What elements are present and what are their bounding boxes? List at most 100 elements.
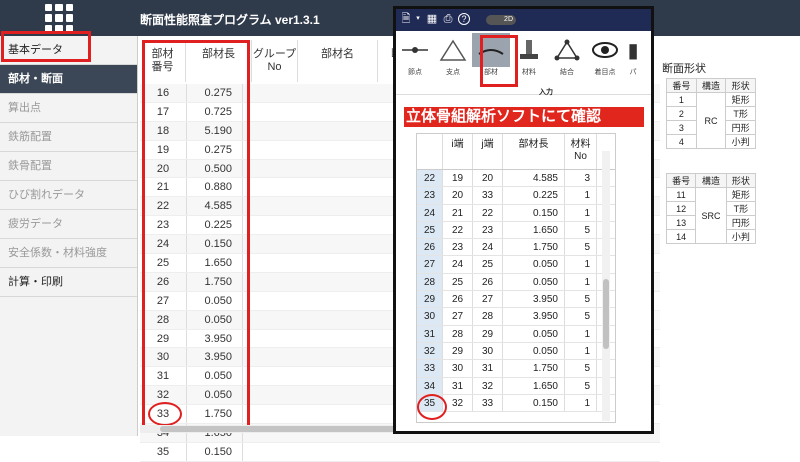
app-grid-icon[interactable] <box>45 4 73 32</box>
cell-length[interactable]: 0.050 <box>503 256 565 273</box>
cell-member-no[interactable]: 35 <box>140 443 186 461</box>
sidebar-item-member-section[interactable]: 部材・断面 <box>0 65 137 94</box>
overlay-table-row[interactable]: 32 29 30 0.050 1 <box>417 342 615 361</box>
cell-i-end[interactable]: 31 <box>443 377 473 394</box>
cell-length[interactable]: 0.150 <box>503 394 565 412</box>
overlay-table-row[interactable]: 22 19 20 4.585 3 <box>417 170 615 188</box>
tool-more[interactable]: ▮ パ <box>624 33 642 94</box>
cell-j-end[interactable]: 22 <box>473 204 503 221</box>
sidebar-item-calc-print[interactable]: 計算・印刷 <box>0 268 137 297</box>
overlay-table-row[interactable]: 30 27 28 3.950 5 <box>417 308 615 326</box>
cell-j-end[interactable]: 33 <box>473 187 503 204</box>
cell-length[interactable]: 0.050 <box>503 342 565 360</box>
cell-length[interactable]: 0.050 <box>503 325 565 342</box>
sidebar-item-safety-factors[interactable]: 安全係数・材料強度 <box>0 239 137 268</box>
sidebar-item-fatigue-data[interactable]: 疲労データ <box>0 210 137 239</box>
dropdown-icon[interactable]: ▾ <box>412 13 424 25</box>
tool-joint[interactable]: 結合 <box>548 33 586 94</box>
cell-material-no[interactable]: 5 <box>565 308 597 325</box>
cell-length[interactable]: 1.650 <box>503 377 565 394</box>
cell-length[interactable]: 4.585 <box>503 170 565 187</box>
cell-i-end[interactable]: 28 <box>443 325 473 342</box>
overlay-table-row[interactable]: 28 25 26 0.050 1 <box>417 273 615 292</box>
cell-i-end[interactable]: 20 <box>443 187 473 204</box>
cell-i-end[interactable]: 21 <box>443 204 473 221</box>
cell-j-end[interactable]: 30 <box>473 342 503 360</box>
cell-material-no[interactable]: 1 <box>565 273 597 291</box>
cell-j-end[interactable]: 23 <box>473 221 503 239</box>
cell-i-end[interactable]: 24 <box>443 256 473 273</box>
cell-i-end[interactable]: 19 <box>443 170 473 187</box>
cell-j-end[interactable]: 33 <box>473 394 503 412</box>
cell-member-length[interactable]: 0.150 <box>186 442 242 461</box>
tool-focus-point[interactable]: 着目点 <box>586 33 624 94</box>
help-icon[interactable]: ? <box>458 13 470 25</box>
cell-i-end[interactable]: 22 <box>443 221 473 239</box>
overlay-table-row[interactable]: 25 22 23 1.650 5 <box>417 221 615 240</box>
scrollbar-thumb[interactable] <box>603 279 609 349</box>
sidebar-item-steel[interactable]: 鉄骨配置 <box>0 152 137 181</box>
cell-j-end[interactable]: 32 <box>473 377 503 394</box>
sidebar-item-rebar[interactable]: 鉄筋配置 <box>0 123 137 152</box>
cell-material-no[interactable]: 5 <box>565 377 597 394</box>
cell-i-end[interactable]: 32 <box>443 394 473 412</box>
cell-j-end[interactable]: 25 <box>473 256 503 273</box>
cell-length[interactable]: 1.650 <box>503 221 565 239</box>
calculator-icon[interactable]: ▦ <box>426 13 438 25</box>
cell-empty[interactable] <box>242 442 660 461</box>
cell-length[interactable]: 0.225 <box>503 187 565 204</box>
cell-i-end[interactable]: 29 <box>443 342 473 360</box>
overlay-table-row[interactable]: 26 23 24 1.750 5 <box>417 239 615 257</box>
highlight-circle-row-35 <box>148 402 182 426</box>
cell-j-end[interactable]: 28 <box>473 308 503 325</box>
cell-material-no[interactable]: 1 <box>565 187 597 204</box>
th-no: 番号 <box>666 78 697 93</box>
overlay-table-row[interactable]: 27 24 25 0.050 1 <box>417 256 615 274</box>
cell-material-no[interactable]: 5 <box>565 221 597 239</box>
sidebar-item-crack-data[interactable]: ひび割れデータ <box>0 181 137 210</box>
cell-j-end[interactable]: 26 <box>473 273 503 291</box>
cell-material-no[interactable]: 1 <box>565 394 597 412</box>
cell-i-end[interactable]: 26 <box>443 291 473 308</box>
cell-j-end[interactable]: 27 <box>473 291 503 308</box>
cell-material-no[interactable]: 1 <box>565 325 597 342</box>
cell-material-no[interactable]: 5 <box>565 239 597 256</box>
cell-i-end[interactable]: 27 <box>443 308 473 325</box>
overlay-table-row[interactable]: 24 21 22 0.150 1 <box>417 204 615 222</box>
cell-length[interactable]: 3.950 <box>503 308 565 325</box>
cell-material-no[interactable]: 5 <box>565 291 597 308</box>
tool-support[interactable]: 支点 <box>434 33 472 94</box>
table-row[interactable]: 35 0.150 <box>140 442 660 462</box>
cell-j-end[interactable]: 24 <box>473 239 503 256</box>
print-icon[interactable]: ⎙ <box>442 13 454 25</box>
cell-j-end[interactable]: 20 <box>473 170 503 187</box>
tool-node[interactable]: 節点 <box>396 33 434 94</box>
cell-material-no[interactable]: 1 <box>565 204 597 221</box>
cell-material-no[interactable]: 5 <box>565 360 597 377</box>
cell-i-end[interactable]: 23 <box>443 239 473 256</box>
cell-i-end[interactable]: 25 <box>443 273 473 291</box>
table-cell: 2 <box>666 106 697 121</box>
cell-length[interactable]: 0.150 <box>503 204 565 221</box>
overlay-vertical-scrollbar[interactable] <box>602 151 610 421</box>
file-icon[interactable]: 🗎 <box>400 13 412 25</box>
cell-length[interactable]: 1.750 <box>503 360 565 377</box>
cell-length[interactable]: 3.950 <box>503 291 565 308</box>
cell-j-end[interactable]: 29 <box>473 325 503 342</box>
overlay-table-row[interactable]: 31 28 29 0.050 1 <box>417 325 615 343</box>
overlay-table-row[interactable]: 34 31 32 1.650 5 <box>417 377 615 395</box>
overlay-table-row[interactable]: 23 20 33 0.225 1 <box>417 187 615 205</box>
tool-label: 節点 <box>408 69 422 76</box>
sidebar-item-calc-points[interactable]: 算出点 <box>0 94 137 123</box>
cell-j-end[interactable]: 31 <box>473 360 503 377</box>
cell-material-no[interactable]: 1 <box>565 256 597 273</box>
cell-length[interactable]: 1.750 <box>503 239 565 256</box>
cell-no: 33 <box>417 360 443 377</box>
cell-material-no[interactable]: 1 <box>565 342 597 360</box>
2d-toggle[interactable]: 2D <box>486 15 516 25</box>
overlay-table-row[interactable]: 29 26 27 3.950 5 <box>417 291 615 309</box>
overlay-table-row[interactable]: 33 30 31 1.750 5 <box>417 360 615 378</box>
cell-length[interactable]: 0.050 <box>503 273 565 291</box>
cell-i-end[interactable]: 30 <box>443 360 473 377</box>
cell-material-no[interactable]: 3 <box>565 170 597 187</box>
